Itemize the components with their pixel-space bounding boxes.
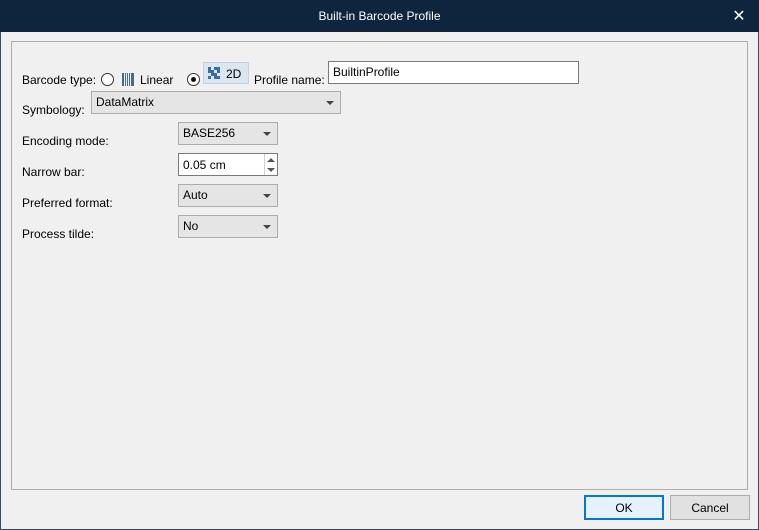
profile-name-label: Profile name:: [254, 73, 325, 87]
encoding-mode-label: Encoding mode:: [22, 134, 109, 148]
symbology-value: DataMatrix: [96, 95, 155, 109]
chevron-down-icon: [263, 194, 271, 198]
window-title: Built-in Barcode Profile: [318, 9, 441, 23]
process-tilde-select[interactable]: No: [178, 215, 278, 238]
stepper-buttons: [264, 154, 277, 175]
chevron-down-icon: [263, 132, 271, 136]
profile-name-input[interactable]: BuiltinProfile: [328, 61, 579, 84]
cancel-button[interactable]: Cancel: [670, 495, 750, 520]
linear-barcode-icon: [122, 73, 135, 86]
chevron-down-icon: [263, 225, 271, 229]
barcode-type-label: Barcode type:: [22, 73, 97, 87]
profile-panel: Barcode type: Linear 2D Profile name: Bu…: [11, 41, 748, 490]
title-bar: Built-in Barcode Profile ✕: [0, 0, 759, 32]
preferred-format-select[interactable]: Auto: [178, 184, 278, 207]
encoding-mode-select[interactable]: BASE256: [178, 122, 278, 145]
chevron-down-icon: [326, 101, 334, 105]
close-icon[interactable]: ✕: [729, 6, 749, 26]
encoding-mode-value: BASE256: [183, 126, 236, 140]
narrow-bar-label: Narrow bar:: [22, 165, 85, 179]
linear-label[interactable]: Linear: [140, 72, 173, 88]
2d-label: 2D: [226, 67, 242, 81]
ok-button[interactable]: OK: [584, 495, 664, 520]
narrow-bar-value[interactable]: 0.05 cm: [183, 156, 226, 174]
narrow-bar-stepper[interactable]: 0.05 cm: [178, 153, 278, 176]
dialog-body: Barcode type: Linear 2D Profile name: Bu…: [0, 32, 759, 530]
linear-radio[interactable]: [101, 73, 114, 86]
process-tilde-value: No: [183, 219, 199, 233]
stepper-down-icon[interactable]: [265, 164, 277, 175]
2d-barcode-icon: [208, 67, 220, 79]
process-tilde-label: Process tilde:: [22, 227, 95, 241]
preferred-format-label: Preferred format:: [22, 196, 113, 210]
symbology-label: Symbology:: [22, 103, 85, 117]
preferred-format-value: Auto: [183, 188, 208, 202]
2d-option[interactable]: 2D: [203, 62, 249, 84]
2d-radio[interactable]: [187, 73, 200, 86]
symbology-select[interactable]: DataMatrix: [91, 91, 341, 114]
